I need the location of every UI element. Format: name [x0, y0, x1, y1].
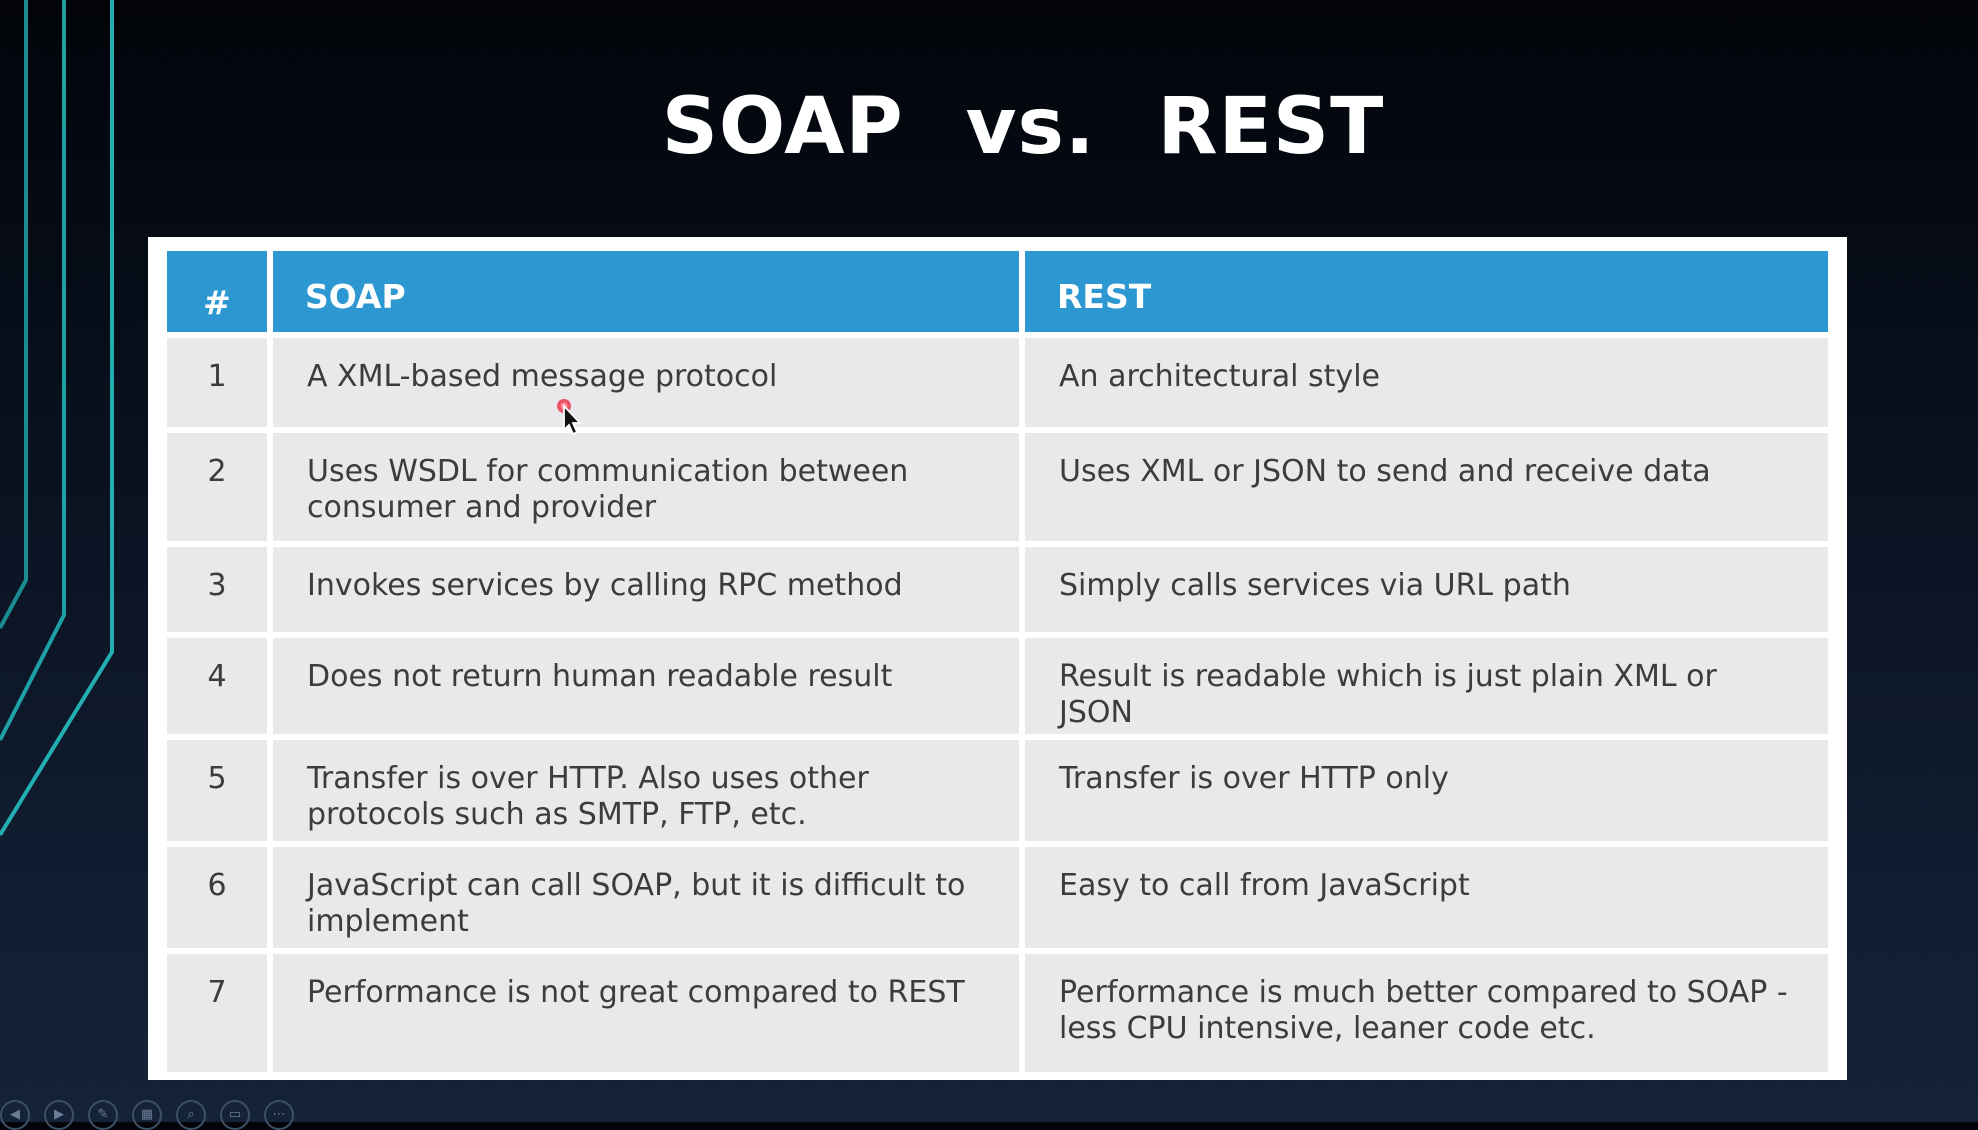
table-row: 1 A XML-based message protocol An archit… — [161, 332, 1834, 433]
rest-cell: Simply calls services via URL path — [1019, 541, 1834, 638]
slide-title: SOAP vs. REST — [0, 82, 1978, 172]
comparison-table: # SOAP REST 1 A XML-based message protoc… — [161, 245, 1834, 1078]
rest-cell: Result is readable which is just plain X… — [1019, 632, 1834, 740]
previous-slide-icon[interactable]: ◀ — [0, 1100, 30, 1130]
rest-cell: An architectural style — [1019, 332, 1834, 433]
slides-grid-icon[interactable]: ▦ — [132, 1100, 162, 1130]
more-options-icon[interactable]: ⋯ — [264, 1100, 294, 1130]
header-number: # — [161, 245, 273, 338]
slideshow-toolbar: ◀ ▶ ✎ ▦ ⌕ ▭ ⋯ — [0, 1100, 294, 1130]
rest-cell: Transfer is over HTTP only — [1019, 734, 1834, 847]
zoom-icon[interactable]: ⌕ — [176, 1100, 206, 1130]
table-row: 2 Uses WSDL for communication between co… — [161, 427, 1834, 547]
table-row: 7 Performance is not great compared to R… — [161, 948, 1834, 1078]
rest-cell: Uses XML or JSON to send and receive dat… — [1019, 427, 1834, 547]
soap-cell: A XML-based message protocol — [267, 332, 1025, 433]
header-soap: SOAP — [267, 245, 1025, 338]
table-row: 4 Does not return human readable result … — [161, 632, 1834, 740]
title-soap: SOAP — [661, 82, 904, 172]
table-header-row: # SOAP REST — [161, 245, 1834, 338]
rest-cell: Easy to call from JavaScript — [1019, 841, 1834, 954]
soap-cell: Invokes services by calling RPC method — [267, 541, 1025, 638]
soap-cell: Uses WSDL for communication between cons… — [267, 427, 1025, 547]
soap-cell: Does not return human readable result — [267, 632, 1025, 740]
title-vs: vs. — [965, 82, 1096, 172]
row-number: 5 — [161, 734, 273, 847]
table-row: 6 JavaScript can call SOAP, but it is di… — [161, 841, 1834, 954]
row-number: 1 — [161, 332, 273, 433]
subtitles-icon[interactable]: ▭ — [220, 1100, 250, 1130]
rest-cell: Performance is much better compared to S… — [1019, 948, 1834, 1078]
soap-cell: Transfer is over HTTP. Also uses other p… — [267, 734, 1025, 847]
row-number: 3 — [161, 541, 273, 638]
table-row: 5 Transfer is over HTTP. Also uses other… — [161, 734, 1834, 847]
pen-icon[interactable]: ✎ — [88, 1100, 118, 1130]
laser-pointer-cursor-icon — [557, 399, 583, 436]
header-rest: REST — [1019, 245, 1834, 338]
table-row: 3 Invokes services by calling RPC method… — [161, 541, 1834, 638]
row-number: 4 — [161, 632, 273, 740]
soap-cell: JavaScript can call SOAP, but it is diff… — [267, 841, 1025, 954]
soap-cell: Performance is not great compared to RES… — [267, 948, 1025, 1078]
row-number: 2 — [161, 427, 273, 547]
next-slide-icon[interactable]: ▶ — [44, 1100, 74, 1130]
row-number: 6 — [161, 841, 273, 954]
comparison-table-panel: # SOAP REST 1 A XML-based message protoc… — [148, 237, 1847, 1080]
title-rest: REST — [1157, 82, 1385, 172]
row-number: 7 — [161, 948, 273, 1078]
